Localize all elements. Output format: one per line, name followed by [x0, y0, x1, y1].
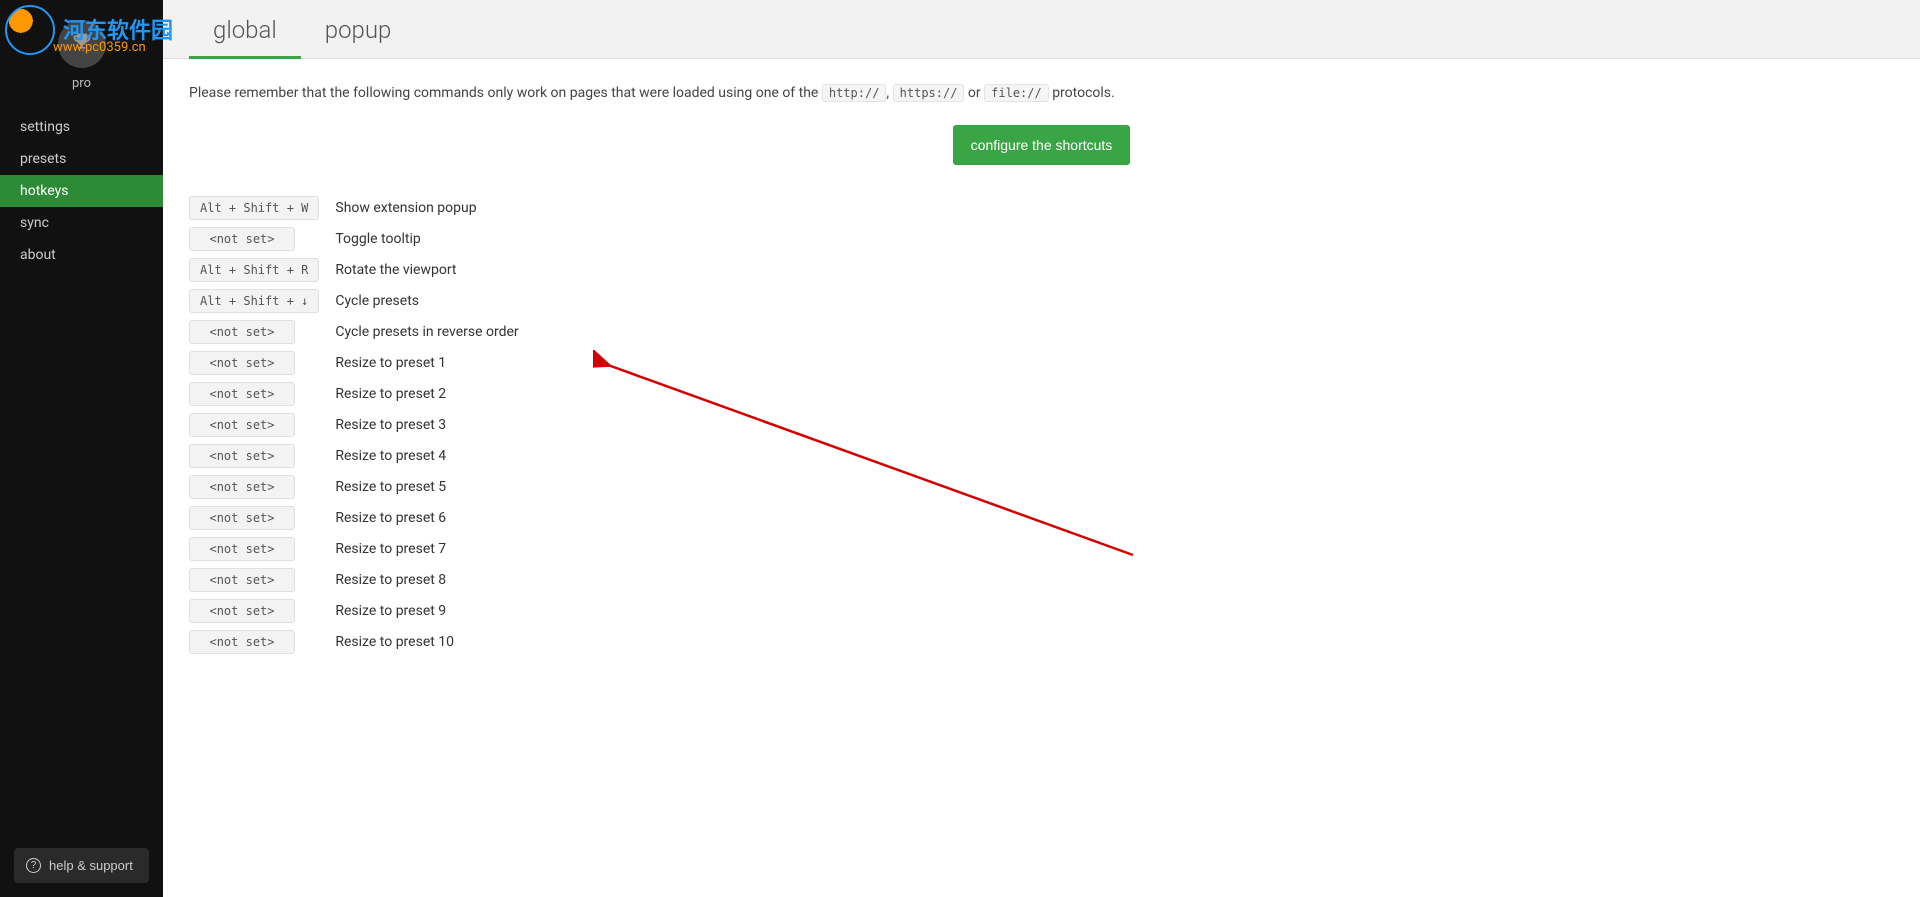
- hotkey-key: <not set>: [189, 382, 295, 406]
- hotkey-desc: Resize to preset 9: [319, 599, 518, 623]
- hotkey-key: <not set>: [189, 599, 295, 623]
- hotkey-key: <not set>: [189, 444, 295, 468]
- tab-global[interactable]: global: [189, 0, 301, 58]
- hotkey-desc: Resize to preset 4: [319, 444, 518, 468]
- configure-shortcuts-button[interactable]: configure the shortcuts: [953, 125, 1131, 165]
- nav-list: settingspresetshotkeyssyncabout: [0, 111, 163, 271]
- hotkey-row: <not set> Toggle tooltip: [189, 227, 519, 251]
- notice-text: Please remember that the following comma…: [189, 85, 1894, 101]
- hotkey-row: <not set> Resize to preset 4: [189, 444, 519, 468]
- hotkey-row: <not set> Resize to preset 5: [189, 475, 519, 499]
- hotkey-row: Alt + Shift + WShow extension popup: [189, 196, 519, 220]
- hotkey-key: <not set>: [189, 227, 295, 251]
- protocol-http: http://: [822, 84, 887, 102]
- sidebar: 河东软件园 www.pc0359.cn pro settingspresetsh…: [0, 0, 163, 897]
- sidebar-item-hotkeys[interactable]: hotkeys: [0, 175, 163, 207]
- tab-bar: globalpopup: [163, 0, 1920, 59]
- hotkey-table: Alt + Shift + WShow extension popup <not …: [189, 189, 519, 661]
- hotkey-desc: Cycle presets in reverse order: [319, 320, 518, 344]
- main: globalpopup Please remember that the fol…: [163, 0, 1920, 897]
- hotkey-row: <not set> Cycle presets in reverse order: [189, 320, 519, 344]
- hotkey-desc: Resize to preset 7: [319, 537, 518, 561]
- hotkey-desc: Rotate the viewport: [319, 258, 518, 282]
- content: Please remember that the following comma…: [163, 59, 1920, 701]
- sidebar-item-about[interactable]: about: [0, 239, 163, 271]
- hotkey-key: <not set>: [189, 630, 295, 654]
- sidebar-item-settings[interactable]: settings: [0, 111, 163, 143]
- help-support-label: help & support: [49, 858, 133, 873]
- hotkey-desc: Resize to preset 1: [319, 351, 518, 375]
- user-label: pro: [0, 76, 163, 91]
- hotkey-desc: Cycle presets: [319, 289, 518, 313]
- hotkey-desc: Resize to preset 6: [319, 506, 518, 530]
- hotkey-desc: Resize to preset 8: [319, 568, 518, 592]
- hotkey-row: <not set> Resize to preset 10: [189, 630, 519, 654]
- hotkey-desc: Toggle tooltip: [319, 227, 518, 251]
- avatar: [58, 20, 106, 68]
- sidebar-top: pro: [0, 0, 163, 111]
- hotkey-desc: Resize to preset 5: [319, 475, 518, 499]
- hotkey-row: <not set> Resize to preset 3: [189, 413, 519, 437]
- hotkey-row: <not set> Resize to preset 9: [189, 599, 519, 623]
- hotkey-key: Alt + Shift + W: [189, 196, 319, 220]
- protocol-https: https://: [893, 84, 965, 102]
- hotkey-row: <not set> Resize to preset 2: [189, 382, 519, 406]
- sidebar-item-sync[interactable]: sync: [0, 207, 163, 239]
- hotkey-row: Alt + Shift + ↓Cycle presets: [189, 289, 519, 313]
- hotkey-key: <not set>: [189, 413, 295, 437]
- tab-popup[interactable]: popup: [301, 0, 416, 58]
- hotkey-key: Alt + Shift + ↓: [189, 289, 319, 313]
- hotkey-key: <not set>: [189, 568, 295, 592]
- hotkey-key: <not set>: [189, 537, 295, 561]
- hotkey-desc: Show extension popup: [319, 196, 518, 220]
- hotkey-row: <not set> Resize to preset 8: [189, 568, 519, 592]
- hotkey-key: Alt + Shift + R: [189, 258, 319, 282]
- trophy-icon: [72, 32, 92, 56]
- hotkey-desc: Resize to preset 3: [319, 413, 518, 437]
- hotkey-key: <not set>: [189, 475, 295, 499]
- help-support-button[interactable]: ? help & support: [14, 848, 149, 883]
- hotkey-row: <not set> Resize to preset 6: [189, 506, 519, 530]
- hotkey-row: <not set> Resize to preset 7: [189, 537, 519, 561]
- hotkey-desc: Resize to preset 10: [319, 630, 518, 654]
- help-icon: ?: [26, 858, 41, 873]
- hotkey-desc: Resize to preset 2: [319, 382, 518, 406]
- hotkey-key: <not set>: [189, 320, 295, 344]
- hotkey-row: Alt + Shift + RRotate the viewport: [189, 258, 519, 282]
- hotkey-key: <not set>: [189, 351, 295, 375]
- hotkey-key: <not set>: [189, 506, 295, 530]
- sidebar-item-presets[interactable]: presets: [0, 143, 163, 175]
- protocol-file: file://: [984, 84, 1049, 102]
- hotkey-row: <not set> Resize to preset 1: [189, 351, 519, 375]
